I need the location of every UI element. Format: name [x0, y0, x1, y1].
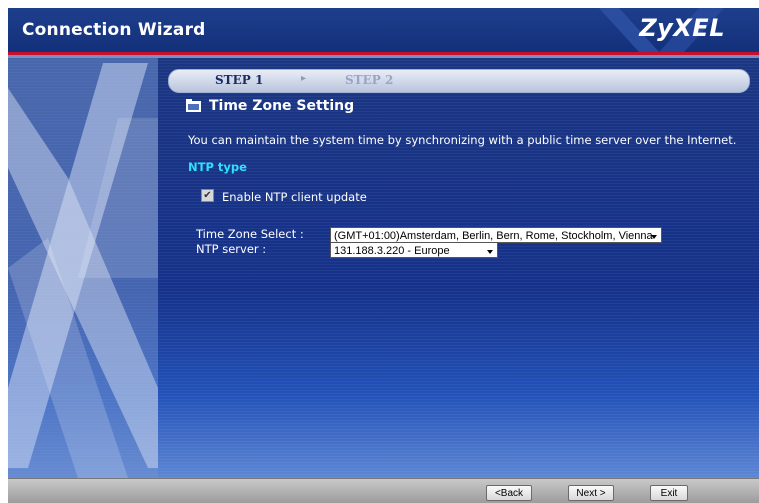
time-zone-value: (GMT+01:00)Amsterdam, Berlin, Bern, Rome… — [334, 230, 653, 242]
step-1-label: STEP 1 — [215, 73, 264, 87]
zyxel-logo: ZyXEL — [639, 14, 725, 42]
section-title: Time Zone Setting — [209, 98, 355, 114]
header-bar: Connection Wizard ZyXEL — [8, 8, 759, 52]
enable-ntp-checkbox[interactable]: ✔ — [201, 189, 214, 202]
chevron-down-icon — [651, 235, 657, 239]
ntp-server-label: NTP server : — [196, 242, 267, 256]
back-button[interactable]: <Back — [486, 485, 532, 501]
ntp-server-select[interactable]: 131.188.3.220 - Europe — [330, 242, 498, 258]
chevron-down-icon — [487, 250, 493, 254]
description-text: You can maintain the system time by sync… — [188, 133, 737, 147]
ntp-type-heading: NTP type — [188, 160, 247, 174]
folder-icon — [186, 99, 201, 112]
ntp-server-value: 131.188.3.220 - Europe — [334, 245, 450, 257]
next-button[interactable]: Next > — [568, 485, 614, 501]
footer-bar: <Back Next > Exit — [8, 478, 759, 503]
step-2-label: STEP 2 — [345, 73, 394, 87]
decorative-x-graphic — [8, 58, 158, 478]
step-arrow-icon: ▸ — [301, 73, 307, 84]
time-zone-select[interactable]: (GMT+01:00)Amsterdam, Berlin, Bern, Rome… — [330, 227, 662, 243]
wizard-frame: Connection Wizard ZyXEL STEP 1 ▸ STEP 2 — [8, 8, 759, 503]
time-zone-label: Time Zone Select : — [196, 227, 304, 241]
enable-ntp-label: Enable NTP client update — [222, 190, 367, 204]
section-heading: Time Zone Setting — [186, 98, 354, 114]
main-panel: STEP 1 ▸ STEP 2 Time Zone Setting You ca… — [8, 58, 759, 478]
step-progress-bar: STEP 1 ▸ STEP 2 — [168, 69, 750, 93]
wizard-title: Connection Wizard — [22, 20, 206, 40]
exit-button[interactable]: Exit — [650, 485, 688, 501]
